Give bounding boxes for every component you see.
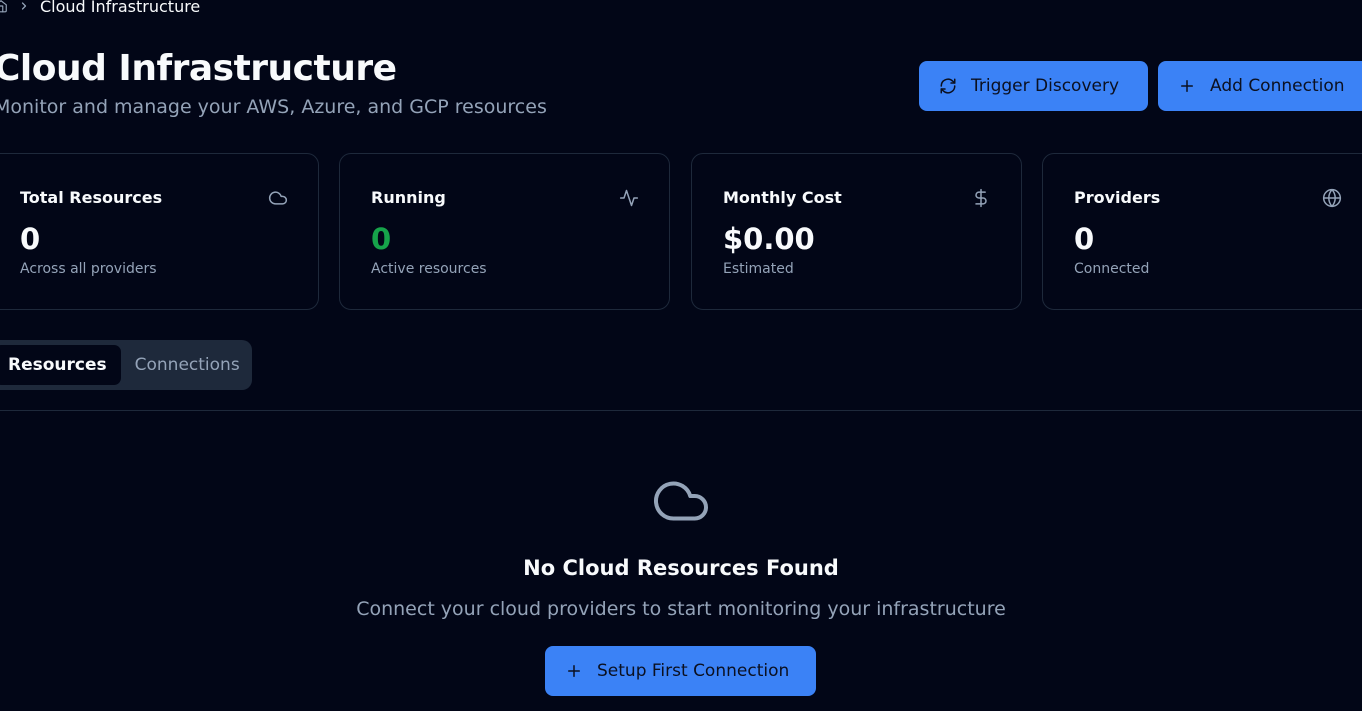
stat-card-value: 0 xyxy=(20,222,41,256)
stat-card-subtitle: Estimated xyxy=(723,261,794,277)
cloud-icon xyxy=(651,476,711,526)
tab-resources[interactable]: Resources xyxy=(0,345,121,385)
breadcrumb-current: Cloud Infrastructure xyxy=(40,0,201,16)
plus-icon xyxy=(1178,77,1196,95)
trigger-discovery-button[interactable]: Trigger Discovery xyxy=(919,61,1148,111)
empty-state-title: No Cloud Resources Found xyxy=(523,556,839,580)
globe-icon xyxy=(1322,188,1342,208)
add-connection-button[interactable]: Add Connection xyxy=(1158,61,1362,111)
stat-card-value: $0.00 xyxy=(723,222,815,256)
plus-icon xyxy=(565,662,583,680)
page-title: Cloud Infrastructure xyxy=(0,48,397,89)
stat-card-running: Running 0 Active resources xyxy=(339,153,670,310)
tab-connections[interactable]: Connections xyxy=(121,345,254,385)
stat-card-total-resources: Total Resources 0 Across all providers xyxy=(0,153,319,310)
cloud-icon xyxy=(268,188,288,208)
setup-first-connection-label: Setup First Connection xyxy=(597,661,790,681)
page: Cloud Infrastructure Cloud Infrastructur… xyxy=(0,0,1362,711)
breadcrumb: Cloud Infrastructure xyxy=(0,0,200,17)
trigger-discovery-label: Trigger Discovery xyxy=(971,76,1120,96)
tab-list: Resources Connections xyxy=(0,340,252,390)
stat-card-title: Providers xyxy=(1074,188,1161,207)
setup-first-connection-button[interactable]: Setup First Connection xyxy=(545,646,816,696)
stat-card-subtitle: Active resources xyxy=(371,261,487,277)
stat-card-value: 0 xyxy=(1074,222,1095,256)
stat-card-title: Monthly Cost xyxy=(723,188,842,207)
empty-state-subtitle: Connect your cloud providers to start mo… xyxy=(356,598,1006,620)
chevron-right-icon xyxy=(18,0,30,12)
activity-icon xyxy=(619,188,639,208)
stat-card-monthly-cost: Monthly Cost $0.00 Estimated xyxy=(691,153,1022,310)
stat-card-value: 0 xyxy=(371,222,392,256)
stat-card-subtitle: Connected xyxy=(1074,261,1150,277)
refresh-icon xyxy=(939,77,957,95)
stat-card-providers: Providers 0 Connected xyxy=(1042,153,1362,310)
home-icon[interactable] xyxy=(0,0,8,13)
stat-card-title: Running xyxy=(371,188,446,207)
add-connection-label: Add Connection xyxy=(1210,76,1345,96)
stat-card-title: Total Resources xyxy=(20,188,163,207)
page-subtitle: Monitor and manage your AWS, Azure, and … xyxy=(0,96,547,118)
dollar-icon xyxy=(971,188,991,208)
divider xyxy=(0,410,1362,411)
stat-card-subtitle: Across all providers xyxy=(20,261,157,277)
